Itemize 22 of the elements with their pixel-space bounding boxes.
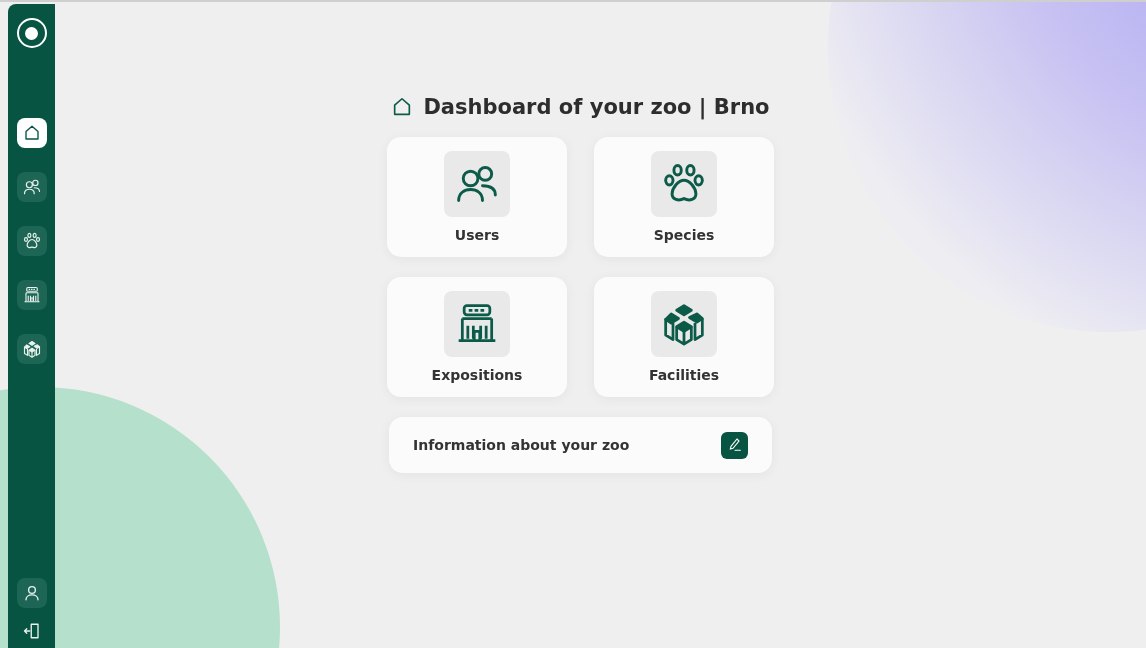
user-icon: [22, 584, 41, 602]
dashboard-card[interactable]: Facilities: [594, 277, 774, 397]
sidebar-item[interactable]: [16, 172, 47, 202]
sidebar-item[interactable]: [16, 226, 47, 256]
sidebar-item[interactable]: [16, 578, 47, 608]
logout-icon: [22, 622, 41, 640]
sidebar-item[interactable]: [16, 334, 47, 364]
zoo-building-icon: [22, 286, 41, 304]
logo-icon: [16, 18, 47, 48]
paw-icon: [22, 232, 41, 250]
info-label: Information about your zoo: [413, 437, 630, 453]
users-icon: [22, 178, 41, 196]
dashboard-card[interactable]: Users: [387, 137, 567, 257]
dashboard-card[interactable]: Species: [594, 137, 774, 257]
sidebar-item[interactable]: [16, 118, 47, 148]
home-icon: [22, 124, 41, 142]
page-title: Dashboard of your zoo | Brno: [423, 95, 770, 119]
dashboard-card[interactable]: Expositions: [387, 277, 567, 397]
boxes-icon: [22, 340, 41, 358]
boxes-icon: [662, 302, 706, 346]
sidebar-item[interactable]: [16, 280, 47, 310]
edit-button[interactable]: [721, 431, 748, 459]
